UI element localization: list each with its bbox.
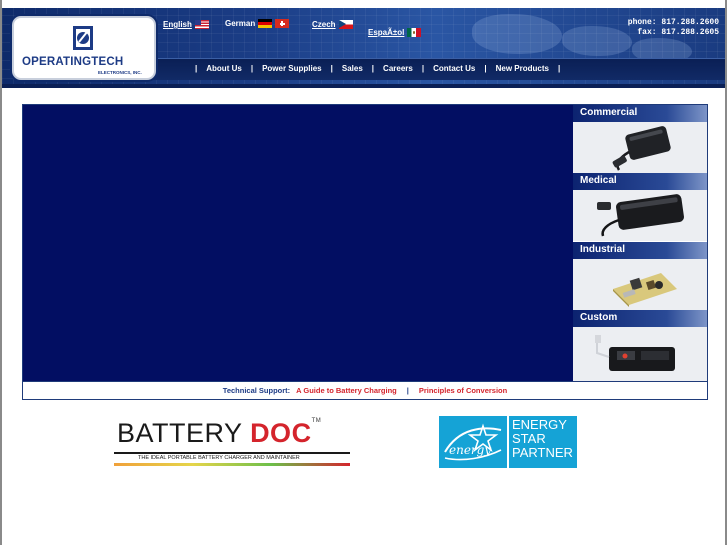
energy-star-icon: energy — [444, 423, 502, 461]
battery-charging-guide-link[interactable]: A Guide to Battery Charging — [296, 386, 397, 395]
category-commercial-title[interactable]: Commercial — [573, 105, 707, 122]
logo-mark-icon — [73, 26, 93, 50]
energy-star-line1: ENERGY — [512, 417, 567, 432]
battery-doc-logo[interactable]: BATTERY DOCTM THE IDEAL PORTABLE BATTERY… — [114, 418, 350, 468]
battery-doc-tm: TM — [311, 418, 322, 424]
nav-separator: | — [195, 64, 198, 73]
phone-number: phone: 817.288.2600 — [627, 18, 719, 27]
nav-separator: | — [557, 64, 561, 73]
category-medical[interactable]: Medical — [573, 173, 707, 241]
nav-new-products[interactable]: New Products — [496, 64, 549, 73]
battery-doc-rule — [114, 452, 350, 454]
world-map-decoration — [562, 26, 632, 56]
contact-info: phone: 817.288.2600 fax: 817.288.2605 — [628, 18, 719, 38]
logo-name: OPERATINGTECH — [22, 56, 124, 68]
laptop-adapter-image[interactable] — [573, 122, 707, 173]
battery-doc-tagline: THE IDEAL PORTABLE BATTERY CHARGER AND M… — [138, 455, 300, 461]
mx-flag-icon — [407, 28, 422, 37]
battery-doc-color-rule — [114, 463, 350, 466]
main-nav: | About Us | Power Supplies | Sales | Ca… — [186, 64, 569, 73]
open-frame-board-icon — [573, 259, 707, 310]
nav-separator: | — [330, 64, 333, 73]
nav-sales[interactable]: Sales — [342, 64, 363, 73]
tech-support-label: Technical Support: — [222, 386, 291, 395]
category-industrial[interactable]: Industrial — [573, 242, 707, 310]
medical-power-supply-icon — [573, 190, 707, 241]
tech-support-bar: Technical Support: A Guide to Battery Ch… — [23, 381, 707, 399]
laptop-adapter-icon — [573, 122, 707, 173]
world-map-decoration — [472, 14, 562, 54]
battery-doc-title-accent: DOC — [250, 418, 312, 448]
product-category-sidebar: Commercial Medical Industrial Custom — [573, 105, 707, 381]
custom-charger-icon — [573, 327, 707, 381]
open-frame-board-image[interactable] — [573, 259, 707, 310]
energy-star-mark: energy — [439, 416, 507, 468]
header-bottom-rule — [2, 84, 725, 88]
us-flag-icon — [194, 20, 209, 29]
category-medical-title[interactable]: Medical — [573, 173, 707, 190]
lang-english[interactable]: English — [163, 20, 209, 29]
category-custom[interactable]: Custom — [573, 310, 707, 381]
site-header: OPERATINGTECH ELECTRONICS, INC. English … — [2, 0, 725, 88]
nav-careers[interactable]: Careers — [383, 64, 413, 73]
nav-separator: | — [250, 64, 254, 73]
nav-separator: | — [421, 64, 425, 73]
category-commercial[interactable]: Commercial — [573, 105, 707, 173]
nav-contact-us[interactable]: Contact Us — [433, 64, 475, 73]
battery-doc-title-main: BATTERY — [117, 418, 243, 448]
nav-power-supplies[interactable]: Power Supplies — [262, 64, 322, 73]
tech-support-separator: | — [406, 386, 409, 395]
lang-spanish[interactable]: EspaÃ±ol — [368, 28, 422, 37]
energy-star-line3: PARTNER — [512, 445, 573, 460]
custom-charger-image[interactable] — [573, 327, 707, 381]
page: OPERATINGTECH ELECTRONICS, INC. English … — [0, 0, 727, 545]
principles-of-conversion-link[interactable]: Principles of Conversion — [419, 386, 507, 395]
de-flag-icon[interactable] — [258, 19, 273, 28]
logo-sub: ELECTRONICS, INC. — [98, 70, 142, 75]
cz-flag-icon — [338, 20, 353, 29]
energy-star-logo[interactable]: energy ENERGY STAR PARTNER — [439, 416, 577, 468]
nav-separator: | — [371, 64, 375, 73]
energy-star-line2: STAR — [512, 431, 546, 446]
ch-flag-icon[interactable] — [275, 19, 290, 28]
category-industrial-title[interactable]: Industrial — [573, 242, 707, 259]
battery-doc-title: BATTERY DOCTM — [117, 418, 321, 449]
lang-german[interactable]: German — [225, 19, 290, 28]
lang-english-link[interactable]: English — [163, 20, 192, 29]
medical-power-supply-image[interactable] — [573, 190, 707, 241]
lang-spanish-link[interactable]: EspaÃ±ol — [368, 28, 404, 37]
hero-area — [23, 105, 573, 381]
lang-czech[interactable]: Czech — [312, 20, 353, 29]
lang-czech-link[interactable]: Czech — [312, 20, 336, 29]
energy-star-script: energy — [449, 443, 491, 457]
energy-star-text: ENERGY STAR PARTNER — [507, 416, 577, 468]
lang-german-label: German — [225, 19, 256, 28]
nav-about-us[interactable]: About Us — [206, 64, 242, 73]
category-custom-title[interactable]: Custom — [573, 310, 707, 327]
fax-number: fax: 817.288.2605 — [637, 28, 719, 37]
company-logo[interactable]: OPERATINGTECH ELECTRONICS, INC. — [12, 16, 156, 80]
nav-separator: | — [484, 64, 487, 73]
main-panel: Commercial Medical Industrial Custom Tec… — [22, 104, 708, 400]
